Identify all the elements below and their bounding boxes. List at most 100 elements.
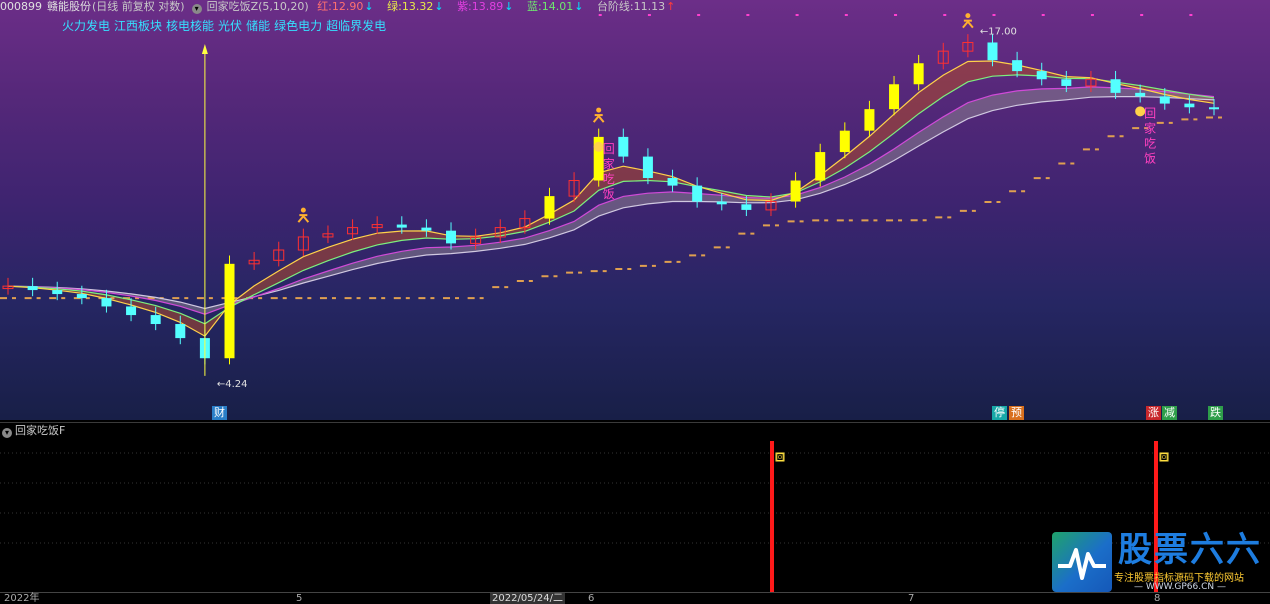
runner-signal-icon [297, 207, 310, 223]
runner-legs [962, 20, 974, 29]
axis-month-label: 7 [908, 593, 915, 604]
candle-body-down [76, 294, 87, 299]
chevron-down-icon[interactable]: ▾ [2, 428, 12, 438]
sector-tag[interactable]: 江西板块 [114, 19, 162, 33]
runner-head [300, 207, 306, 213]
runner-head [596, 107, 602, 113]
candle-body-limit-up [815, 152, 826, 181]
candle-body-down [1036, 71, 1047, 80]
runner-legs [592, 114, 605, 123]
candle-body-down [667, 178, 678, 186]
candle-body-limit-up [544, 196, 555, 219]
top-signal-dash [697, 14, 701, 16]
top-signal-dash [795, 14, 799, 16]
arrow-down-icon: ↓ [574, 0, 584, 13]
sub-marker-text: 回 [776, 453, 784, 462]
top-signal-dash [1189, 14, 1193, 16]
sector-tag[interactable]: 储能 [246, 19, 270, 33]
sector-tag[interactable]: 超临界发电 [326, 19, 386, 33]
sector-tags: 火力发电 江西板块 核电核能 光伏 储能 绿色电力 超临界发电 [62, 17, 390, 34]
step-line-readout: 台阶线:11.13↑ [596, 0, 676, 13]
candle-body-down [175, 324, 186, 339]
tag-rise[interactable]: 涨 [1146, 406, 1161, 420]
tag-fall[interactable]: 跌 [1208, 406, 1223, 420]
arrow-down-icon: ↓ [504, 0, 514, 13]
sector-tag[interactable]: 光伏 [218, 19, 242, 33]
candle-body-limit-up [864, 109, 875, 131]
signal-char: 家 [603, 156, 615, 171]
candle-body-down [987, 42, 998, 61]
top-signal-dash [1090, 14, 1094, 16]
signal-char: 吃 [1144, 136, 1156, 150]
candle-body-down [642, 156, 653, 179]
candle-body-down [618, 136, 629, 157]
candle-body-down [716, 201, 727, 205]
candle-body-down [396, 224, 407, 228]
axis-cursor-date: 2022/05/24/二 [490, 593, 566, 604]
candle-body-limit-up [790, 180, 801, 202]
candle-body-limit-up [224, 263, 235, 359]
candle-body-down [446, 230, 457, 244]
main-chart-panel[interactable]: 000899 赣能股份(日线 前复权 对数) ▾ 回家吃饭Z(5,10,20) 红:1… [0, 0, 1270, 420]
candle-body-down [1012, 60, 1023, 72]
pulse-chart-icon [1052, 532, 1112, 592]
candle-body-limit-up [913, 63, 924, 85]
green-line-readout: 绿:13.32↓ [387, 0, 444, 13]
candle-body-down [1061, 79, 1072, 86]
top-signal-dash [598, 14, 602, 16]
low-price-label: ←4.24 [217, 379, 248, 390]
stock-code: 000899 [0, 0, 42, 13]
candle-body-down [101, 298, 112, 307]
chevron-down-icon[interactable]: ▾ [191, 4, 202, 14]
top-signal-dash [1140, 14, 1144, 16]
candle-body-down [421, 227, 432, 231]
runner-signal-icon [592, 107, 605, 123]
candle-body-down [150, 315, 161, 325]
signal-char: 饭 [603, 187, 615, 201]
purple-line-readout: 紫:13.89↓ [457, 0, 514, 13]
signal-char: 吃 [603, 172, 615, 186]
high-price-label: ←17.00 [980, 26, 1017, 37]
sub-marker-text: 回 [1160, 453, 1168, 462]
sub-panel-title[interactable]: 回家吃饭F [15, 424, 65, 437]
top-signal-dash [1041, 14, 1045, 16]
candle-body-down [1159, 96, 1170, 104]
runner-signal-icon [962, 13, 974, 29]
chart-header: 000899 赣能股份(日线 前复权 对数) ▾ 回家吃饭Z(5,10,20) 红:1… [0, 0, 1270, 14]
tag-forecast[interactable]: 预 [1009, 406, 1024, 420]
sub-panel-header: ▾ 回家吃饭F [0, 423, 65, 439]
red-line-readout: 红:12.90↓ [317, 0, 374, 13]
signal-char: 饭 [1144, 151, 1156, 165]
candle-body-down [126, 306, 137, 316]
candle-body-limit-up [889, 84, 900, 110]
arrow-up-icon: ↑ [666, 0, 676, 13]
candle-body-down [692, 185, 703, 202]
sector-tag[interactable]: 绿色电力 [274, 19, 322, 33]
top-signal-dash [647, 14, 651, 16]
top-signal-dash [746, 14, 750, 16]
tag-reduce[interactable]: 减 [1162, 406, 1177, 420]
candle-body-down [1135, 92, 1146, 97]
candle-body-down [52, 290, 63, 295]
sector-tag[interactable]: 火力发电 [62, 19, 110, 33]
arrow-down-icon: ↓ [364, 0, 374, 13]
brand-name: 股票六六 [1118, 530, 1262, 570]
sub-signal-bar [770, 441, 774, 593]
tag-finance[interactable]: 财 [212, 406, 227, 420]
axis-month-label: 5 [296, 593, 303, 604]
top-signal-dash [992, 14, 996, 16]
signal-char: 回 [1144, 106, 1156, 120]
stock-name: 赣能股份 [47, 0, 91, 13]
runner-legs [297, 214, 310, 223]
indicator-name[interactable]: 回家吃饭Z(5,10,20) [207, 0, 309, 13]
axis-year-label: 2022年 [4, 593, 40, 604]
sector-tag[interactable]: 核电核能 [166, 19, 214, 33]
candle-body-limit-up [839, 130, 850, 153]
candle-body-down [27, 286, 38, 291]
chart-mode: (日线 前复权 对数) [92, 0, 185, 13]
top-signal-dash [844, 14, 848, 16]
top-signal-dash [943, 14, 947, 16]
axis-month-label: 6 [588, 593, 595, 604]
candlestick-chart[interactable]: ←4.24←17.00回家吃饭回家吃饭 [0, 0, 1270, 420]
tag-suspend[interactable]: 停 [992, 406, 1007, 420]
